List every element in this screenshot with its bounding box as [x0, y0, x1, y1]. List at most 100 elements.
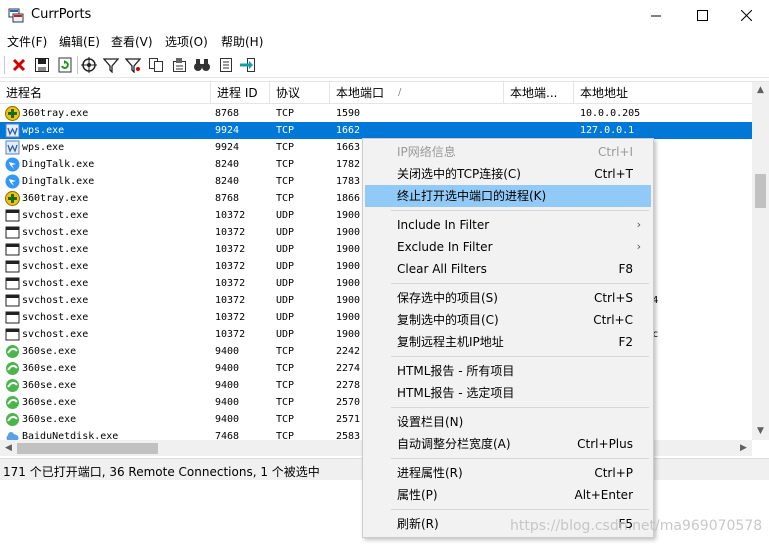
cell-process-id: 9400: [215, 414, 240, 425]
options-button[interactable]: [169, 55, 189, 75]
menu-item-shortcut: F8: [618, 262, 633, 276]
context-menu-item[interactable]: 进程属性(R) Ctrl+P: [365, 462, 651, 484]
report-button[interactable]: [216, 55, 236, 75]
menu-item-label: HTML报告 - 选定项目: [397, 386, 515, 400]
vertical-scrollbar[interactable]: ▲ ▼: [752, 82, 769, 440]
menu-separator: [391, 509, 649, 510]
context-menu-item[interactable]: 保存选中的项目(S) Ctrl+S: [365, 287, 651, 309]
cell-process-id: 9400: [215, 346, 240, 357]
save-button[interactable]: [32, 55, 52, 75]
table-row[interactable]: wps.exe 9924 TCP 1662 127.0.0.1: [0, 122, 752, 139]
context-menu-item[interactable]: 复制选中的项目(C) Ctrl+C: [365, 309, 651, 331]
menu-item-shortcut: Ctrl+T: [594, 167, 633, 181]
menu-item-label: 进程属性(R): [397, 466, 463, 480]
menu-help[interactable]: 帮助(H): [221, 33, 263, 50]
submenu-arrow-icon: ›: [636, 218, 641, 231]
window-icon: [5, 311, 20, 324]
cell-protocol: TCP: [276, 346, 295, 357]
cell-local-port: 1900: [336, 227, 361, 238]
cell-local-port: 1900: [336, 278, 361, 289]
close-connection-button[interactable]: [9, 55, 29, 75]
cell-process-name: DingTalk.exe: [22, 159, 95, 170]
cell-process-name: 360se.exe: [22, 363, 77, 374]
cell-protocol: TCP: [276, 159, 295, 170]
context-menu-item[interactable]: 终止打开选中端口的进程(K): [365, 185, 651, 207]
close-button[interactable]: [723, 0, 769, 31]
cell-process-id: 9400: [215, 397, 240, 408]
table-row[interactable]: 360tray.exe 8768 TCP 1590 10.0.0.205: [0, 105, 752, 122]
context-menu-item[interactable]: HTML报告 - 所有项目: [365, 360, 651, 382]
menu-edit[interactable]: 编辑(E): [59, 33, 100, 50]
cell-local-port: 1590: [336, 108, 361, 119]
scroll-up-arrow-icon[interactable]: ▲: [752, 82, 769, 99]
context-menu-item[interactable]: Exclude In Filter ›: [365, 236, 651, 258]
cell-process-name: svchost.exe: [22, 210, 89, 221]
menu-view[interactable]: 查看(V): [111, 33, 153, 50]
context-menu-item[interactable]: 自动调整分栏宽度(A) Ctrl+Plus: [365, 433, 651, 455]
cell-process-name: svchost.exe: [22, 227, 89, 238]
find-button[interactable]: [192, 55, 212, 75]
context-menu-item[interactable]: HTML报告 - 选定项目: [365, 382, 651, 404]
properties-target-icon: [81, 57, 97, 73]
filter-button[interactable]: [101, 55, 121, 75]
maximize-icon: [696, 10, 708, 21]
copy-button[interactable]: [146, 55, 166, 75]
cell-process-name: svchost.exe: [22, 278, 89, 289]
window-icon: [5, 243, 20, 256]
cell-local-port: 1900: [336, 312, 361, 323]
menu-item-label: 保存选中的项目(S): [397, 291, 498, 305]
context-menu-item[interactable]: Include In Filter ›: [365, 214, 651, 236]
horizontal-scroll-thumb[interactable]: [17, 443, 158, 454]
scroll-right-arrow-icon[interactable]: ▶: [735, 440, 752, 456]
cell-process-id: 8768: [215, 193, 240, 204]
column-local-port[interactable]: 本地端口 /: [330, 82, 504, 104]
context-menu-item[interactable]: 关闭选中的TCP连接(C) Ctrl+T: [365, 163, 651, 185]
menu-options[interactable]: 选项(O): [165, 33, 208, 50]
menu-item-label: Include In Filter: [397, 218, 490, 232]
context-menu-item[interactable]: 复制远程主机IP地址 F2: [365, 331, 651, 353]
column-process-id[interactable]: 进程 ID: [211, 82, 270, 104]
menu-item-label: 关闭选中的TCP连接(C): [397, 167, 521, 181]
menu-file[interactable]: 文件(F): [7, 33, 47, 50]
cell-process-name: wps.exe: [22, 142, 65, 153]
context-menu-item[interactable]: 设置栏目(N): [365, 411, 651, 433]
context-menu-item[interactable]: Clear All Filters F8: [365, 258, 651, 280]
vertical-scroll-thumb[interactable]: [755, 174, 766, 208]
scroll-left-arrow-icon[interactable]: ◀: [0, 440, 17, 456]
submenu-arrow-icon: ›: [636, 240, 641, 253]
cell-process-id: 10372: [215, 210, 246, 221]
properties-target-button[interactable]: [79, 55, 99, 75]
column-local-port-name[interactable]: 本地端...: [504, 82, 574, 104]
cell-local-port: 2274: [336, 363, 361, 374]
exit-button[interactable]: [238, 55, 258, 75]
menu-item-shortcut: Ctrl+Plus: [577, 437, 633, 451]
menu-item-label: 终止打开选中端口的进程(K): [397, 189, 547, 203]
maximize-button[interactable]: [679, 0, 725, 31]
cell-process-name: wps.exe: [22, 125, 65, 136]
window-icon: [5, 209, 20, 222]
window-title: CurrPorts: [31, 7, 92, 22]
cell-process-id: 8240: [215, 159, 240, 170]
menu-item-label: 复制选中的项目(C): [397, 313, 499, 327]
cell-process-id: 10372: [215, 244, 246, 255]
window-icon: [5, 277, 20, 290]
cell-protocol: TCP: [276, 108, 295, 119]
scroll-down-arrow-icon[interactable]: ▼: [752, 423, 769, 440]
watermark: https://blog.csdn.net/ma969070578: [510, 518, 763, 534]
minimize-button[interactable]: [633, 0, 679, 31]
cell-protocol: UDP: [276, 210, 295, 221]
column-process-name[interactable]: 进程名: [0, 82, 211, 104]
copy-icon: [149, 58, 163, 72]
menu-item-shortcut: Alt+Enter: [574, 488, 633, 502]
filter-advanced-button[interactable]: [123, 55, 143, 75]
list-header: 进程名 进程 ID 协议 本地端口 / 本地端... 本地地址: [0, 82, 752, 104]
save-icon: [35, 58, 49, 72]
cell-process-id: 9400: [215, 363, 240, 374]
title-bar: CurrPorts: [0, 0, 769, 31]
context-menu-item[interactable]: 属性(P) Alt+Enter: [365, 484, 651, 506]
menu-item-label: 自动调整分栏宽度(A): [397, 437, 511, 451]
report-icon: [220, 58, 232, 72]
column-local-address[interactable]: 本地地址: [574, 82, 752, 104]
column-protocol[interactable]: 协议: [270, 82, 330, 104]
refresh-button[interactable]: [55, 55, 75, 75]
